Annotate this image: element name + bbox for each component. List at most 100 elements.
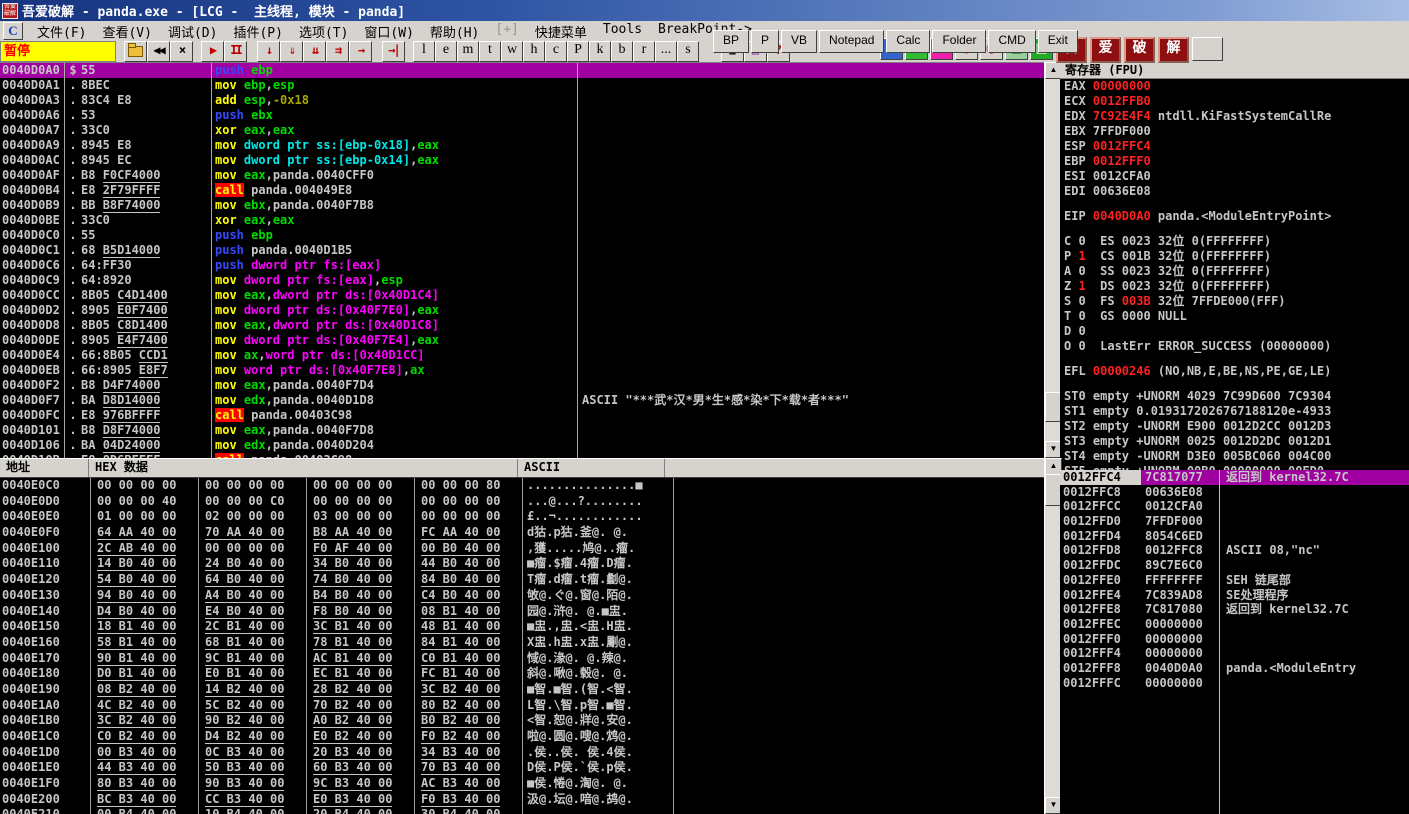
close-process-button[interactable]: ×: [170, 41, 193, 62]
register-row[interactable]: EIP 0040D0A0 panda.<ModuleEntryPoint>: [1060, 209, 1409, 224]
dump-row[interactable]: 0040E110 14 B0 40 00 24 B0 40 00 34 B0 40 0…: [0, 556, 1044, 573]
disasm-row[interactable]: 0040D0AC. 8945 EC mov dword ptr ss:[ebp-0x…: [0, 153, 1044, 168]
dump-row[interactable]: 0040E150 18 B1 40 00 2C B1 40 00 3C B1 40 0…: [0, 619, 1044, 635]
disasm-row[interactable]: 0040D0CC. 8B05 C4D1400 mov eax,dword ptr d…: [0, 288, 1044, 303]
pane-button-h[interactable]: h: [523, 41, 545, 62]
dump-row[interactable]: 0040E130 94 B0 40 00 A4 B0 40 00 B4 B0 40 0…: [0, 587, 1044, 604]
register-row[interactable]: ESP 0012FFC4: [1060, 139, 1409, 154]
dump-row[interactable]: 0040E1A0 4C B2 40 00 5C B2 40 00 70 B2 40 0…: [0, 697, 1044, 714]
stack-row[interactable]: 0012FFE0 FFFFFFFF SEH 链尾部: [1060, 573, 1409, 588]
disasm-row[interactable]: 0040D0A1. 8BEC mov ebp,esp: [0, 78, 1044, 93]
animate-over-button[interactable]: ⇉: [326, 41, 349, 62]
stack-row[interactable]: 0012FFF4 00000000: [1060, 646, 1409, 661]
stack-row[interactable]: 0012FFEC 00000000: [1060, 617, 1409, 632]
disassembly-scrollbar[interactable]: ▲ ▼: [1044, 62, 1062, 458]
disasm-row[interactable]: 0040D0A9. 8945 E8 mov dword ptr ss:[ebp-0x…: [0, 138, 1044, 153]
restart-button[interactable]: ◀◀: [147, 41, 170, 62]
menu-item[interactable]: 插件(P): [225, 22, 290, 41]
quick-button-bp[interactable]: BP: [713, 30, 750, 53]
dump-row[interactable]: 0040E1E0 44 B3 40 00 50 B3 40 00 60 B3 40 0…: [0, 760, 1044, 777]
disasm-row[interactable]: 0040D0C6. 64:FF30 push dword ptr fs:[eax]: [0, 258, 1044, 273]
menu-item[interactable]: 调试(D): [160, 22, 225, 41]
step-over-button[interactable]: ⇓: [280, 41, 303, 62]
disasm-row[interactable]: 0040D0B9. BB B8F74000 mov ebx,panda.0040F7…: [0, 198, 1044, 213]
dump-row[interactable]: 0040E210 00 B4 40 00 10 B4 40 00 20 B4 40 0…: [0, 807, 1044, 814]
dump-row[interactable]: 0040E170 90 B1 40 00 9C B1 40 00 AC B1 40 0…: [0, 650, 1044, 667]
register-row[interactable]: O 0 LastErr ERROR_SUCCESS (00000000): [1060, 339, 1409, 354]
stack-row[interactable]: 0012FFC4 7C817077 返回到 kernel32.7C: [1060, 470, 1409, 485]
quick-button-cmd[interactable]: CMD: [988, 30, 1036, 53]
register-row[interactable]: A 0 SS 0023 32位 0(FFFFFFFF): [1060, 264, 1409, 279]
stack-row[interactable]: 0012FFC8 00636E08: [1060, 485, 1409, 500]
register-row[interactable]: ESI 0012CFA0: [1060, 169, 1409, 184]
dump-row[interactable]: 0040E120 54 B0 40 00 64 B0 40 00 74 B0 40 0…: [0, 572, 1044, 588]
pane-button-t[interactable]: t: [479, 41, 501, 62]
register-row[interactable]: ST0 empty +UNORM 4029 7C99D600 7C9304: [1060, 389, 1409, 404]
dump-row[interactable]: 0040E0E0 01 00 00 00 02 00 00 00 03 00 00 0…: [0, 509, 1044, 526]
dump-row[interactable]: 0040E180 D0 B1 40 00 E0 B1 40 00 EC B1 40 0…: [0, 666, 1044, 682]
disasm-row[interactable]: 0040D0C0. 55 push ebp: [0, 228, 1044, 243]
quick-button-folder[interactable]: Folder: [932, 30, 987, 53]
menu-item[interactable]: 窗口(W): [356, 22, 421, 41]
disasm-row[interactable]: 0040D0AF. B8 F0CF4000 mov eax,panda.0040CF…: [0, 168, 1044, 183]
pane-button-c[interactable]: c: [545, 41, 567, 62]
animate-into-button[interactable]: ⇊: [303, 41, 326, 62]
quick-button-exit[interactable]: Exit: [1037, 30, 1078, 53]
disasm-row[interactable]: 0040D0D8. 8B05 C8D1400 mov eax,dword ptr d…: [0, 318, 1044, 333]
dump-row[interactable]: 0040E0F0 64 AA 40 00 70 AA 40 00 B8 AA 40 0…: [0, 525, 1044, 541]
run-button[interactable]: ▶: [201, 41, 224, 62]
stack-row[interactable]: 0012FFD4 8054C6ED: [1060, 529, 1409, 544]
quick-button-notepad[interactable]: Notepad: [819, 30, 885, 53]
disasm-row[interactable]: 0040D0C9. 64:8920 mov dword ptr fs:[eax],e…: [0, 273, 1044, 288]
disasm-row[interactable]: 0040D0F7. BA D8D14000 mov edx,panda.0040D1…: [0, 393, 1044, 408]
pane-button-k[interactable]: k: [589, 41, 611, 62]
pane-button-w[interactable]: w: [501, 41, 523, 62]
stack-row[interactable]: 0012FFD8 0012FFC8 ASCII 08,"nc": [1060, 543, 1409, 558]
disasm-row[interactable]: 0040D0A0 $55 push ebp: [0, 63, 1044, 78]
pane-button-e[interactable]: e: [435, 41, 457, 62]
disasm-row[interactable]: 0040D0C1. 68 B5D14000 push panda.0040D1B5: [0, 243, 1044, 258]
disasm-row[interactable]: 0040D0DE. 8905 E4F7400 mov dword ptr ds:[0…: [0, 333, 1044, 348]
until-return-button[interactable]: →: [349, 41, 372, 62]
stack-pane[interactable]: 0012FFC4 7C817077 返回到 kernel32.7C 0012FFC8 0…: [1060, 470, 1409, 814]
stack-row[interactable]: 0012FFE8 7C817080 返回到 kernel32.7C: [1060, 602, 1409, 617]
register-row[interactable]: S 0 FS 003B 32位 7FFDE000(FFF): [1060, 294, 1409, 309]
disasm-row[interactable]: 0040D0A6. 53 push ebx: [0, 108, 1044, 123]
open-file-button[interactable]: [124, 41, 147, 62]
pane-button-...[interactable]: ...: [655, 41, 677, 62]
goto-button[interactable]: →|: [382, 41, 405, 62]
register-row[interactable]: ST2 empty -UNORM E900 0012D2CC 0012D3: [1060, 419, 1409, 434]
stack-row[interactable]: 0012FFD0 7FFDF000: [1060, 514, 1409, 529]
disasm-row[interactable]: 0040D0F2. B8 D4F74000 mov eax,panda.0040F7…: [0, 378, 1044, 393]
register-row[interactable]: EFL 00000246 (NO,NB,E,BE,NS,PE,GE,LE): [1060, 364, 1409, 379]
disasm-row[interactable]: 0040D101. B8 D8F74000 mov eax,panda.0040F7…: [0, 423, 1044, 438]
dump-row[interactable]: 0040E160 58 B1 40 00 68 B1 40 00 78 B1 40 0…: [0, 634, 1044, 651]
pause-button[interactable]: II: [224, 41, 247, 62]
mdi-child-icon[interactable]: C: [3, 22, 23, 40]
register-row[interactable]: ST3 empty +UNORM 0025 0012D2DC 0012D1: [1060, 434, 1409, 449]
pane-button-s[interactable]: s: [677, 41, 699, 62]
stack-row[interactable]: 0012FFDC 89C7E6C0: [1060, 558, 1409, 573]
disasm-row[interactable]: 0040D0A7. 33C0 xor eax,eax: [0, 123, 1044, 138]
stack-row[interactable]: 0012FFFC 00000000: [1060, 676, 1409, 691]
menu-item[interactable]: 选项(T): [291, 22, 356, 41]
dump-scrollbar[interactable]: ▲ ▼: [1044, 458, 1062, 814]
dump-row[interactable]: 0040E190 08 B2 40 00 14 B2 40 00 28 B2 40 0…: [0, 681, 1044, 698]
menu-item[interactable]: Tools: [595, 22, 650, 41]
menu-item[interactable]: [+]: [487, 22, 526, 41]
disassembly-pane[interactable]: 0040D0A0 $55 push ebp 0040D0A1. 8BEC mov ebp,…: [0, 62, 1044, 459]
app-icon[interactable]: 吾爱破解: [2, 2, 18, 19]
register-row[interactable]: EBP 0012FFF0: [1060, 154, 1409, 169]
dump-row[interactable]: 0040E1C0 C0 B2 40 00 D4 B2 40 00 E0 B2 40 0…: [0, 729, 1044, 745]
register-row[interactable]: EDI 00636E08: [1060, 184, 1409, 199]
quick-button-p[interactable]: P: [751, 30, 780, 53]
brand-button-2[interactable]: 爱: [1090, 37, 1121, 63]
menu-item[interactable]: 查看(V): [94, 22, 159, 41]
stack-row[interactable]: 0012FFF8 0040D0A0 panda.<ModuleEntry: [1060, 661, 1409, 676]
dump-row[interactable]: 0040E1F0 80 B3 40 00 90 B3 40 00 9C B3 40 0…: [0, 776, 1044, 792]
blank-button[interactable]: [1192, 37, 1223, 61]
dump-row[interactable]: 0040E1B0 3C B2 40 00 90 B2 40 00 A0 B2 40 0…: [0, 713, 1044, 729]
step-into-button[interactable]: ↓: [257, 41, 280, 62]
register-row[interactable]: Z 1 DS 0023 32位 0(FFFFFFFF): [1060, 279, 1409, 294]
register-row[interactable]: T 0 GS 0000 NULL: [1060, 309, 1409, 324]
